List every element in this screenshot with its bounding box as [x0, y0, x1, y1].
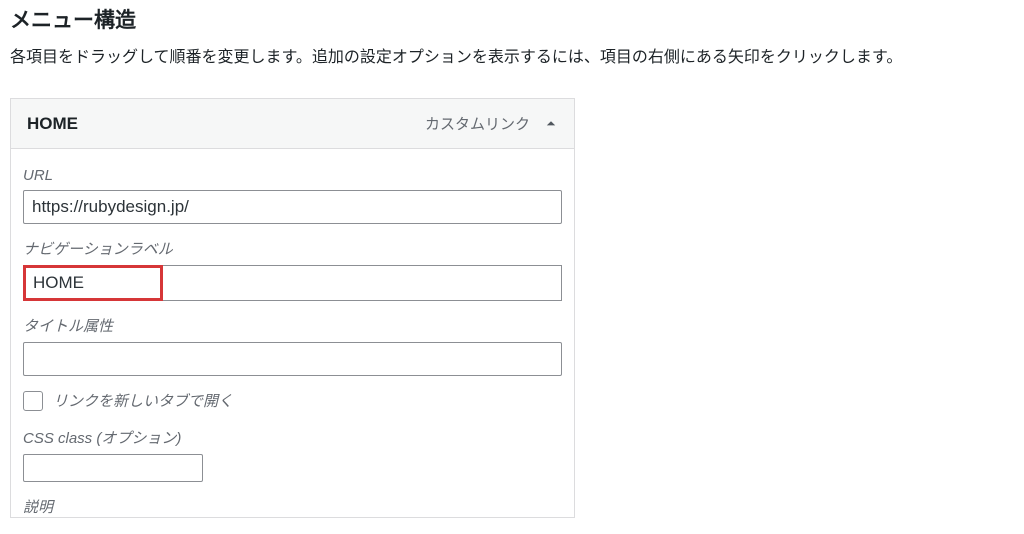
- menu-item-type-label: カスタムリンク: [425, 113, 530, 134]
- css-class-field-group: CSS class (オプション): [23, 427, 562, 482]
- css-class-label: CSS class (オプション): [23, 427, 562, 448]
- title-attr-field-group: タイトル属性: [23, 315, 562, 376]
- menu-item-header-right: カスタムリンク: [425, 113, 558, 134]
- page-title: メニュー構造: [10, 4, 1014, 34]
- nav-label-input-rest[interactable]: [163, 265, 562, 301]
- title-attr-label: タイトル属性: [23, 315, 562, 336]
- menu-item-title: HOME: [27, 114, 78, 134]
- url-label: URL: [23, 167, 562, 184]
- nav-label-input[interactable]: [23, 265, 163, 301]
- description-label: 説明: [23, 496, 562, 517]
- title-attr-input[interactable]: [23, 342, 562, 376]
- menu-item-header[interactable]: HOME カスタムリンク: [11, 99, 574, 149]
- menu-item: HOME カスタムリンク URL ナビゲーションラベル タイトル属性 リンク: [10, 98, 575, 518]
- open-new-tab-row: リンクを新しいタブで開く: [23, 390, 562, 411]
- page-description: 各項目をドラッグして順番を変更します。追加の設定オプションを表示するには、項目の…: [10, 46, 1014, 70]
- css-class-input[interactable]: [23, 454, 203, 482]
- url-input[interactable]: [23, 190, 562, 224]
- url-field-group: URL: [23, 167, 562, 224]
- open-new-tab-label: リンクを新しいタブで開く: [53, 390, 233, 411]
- caret-up-icon[interactable]: [544, 117, 558, 131]
- menu-item-body: URL ナビゲーションラベル タイトル属性 リンクを新しいタブで開く CSS c…: [11, 149, 574, 517]
- open-new-tab-checkbox[interactable]: [23, 391, 43, 411]
- nav-label-label: ナビゲーションラベル: [23, 238, 562, 259]
- nav-label-field-group: ナビゲーションラベル: [23, 238, 562, 301]
